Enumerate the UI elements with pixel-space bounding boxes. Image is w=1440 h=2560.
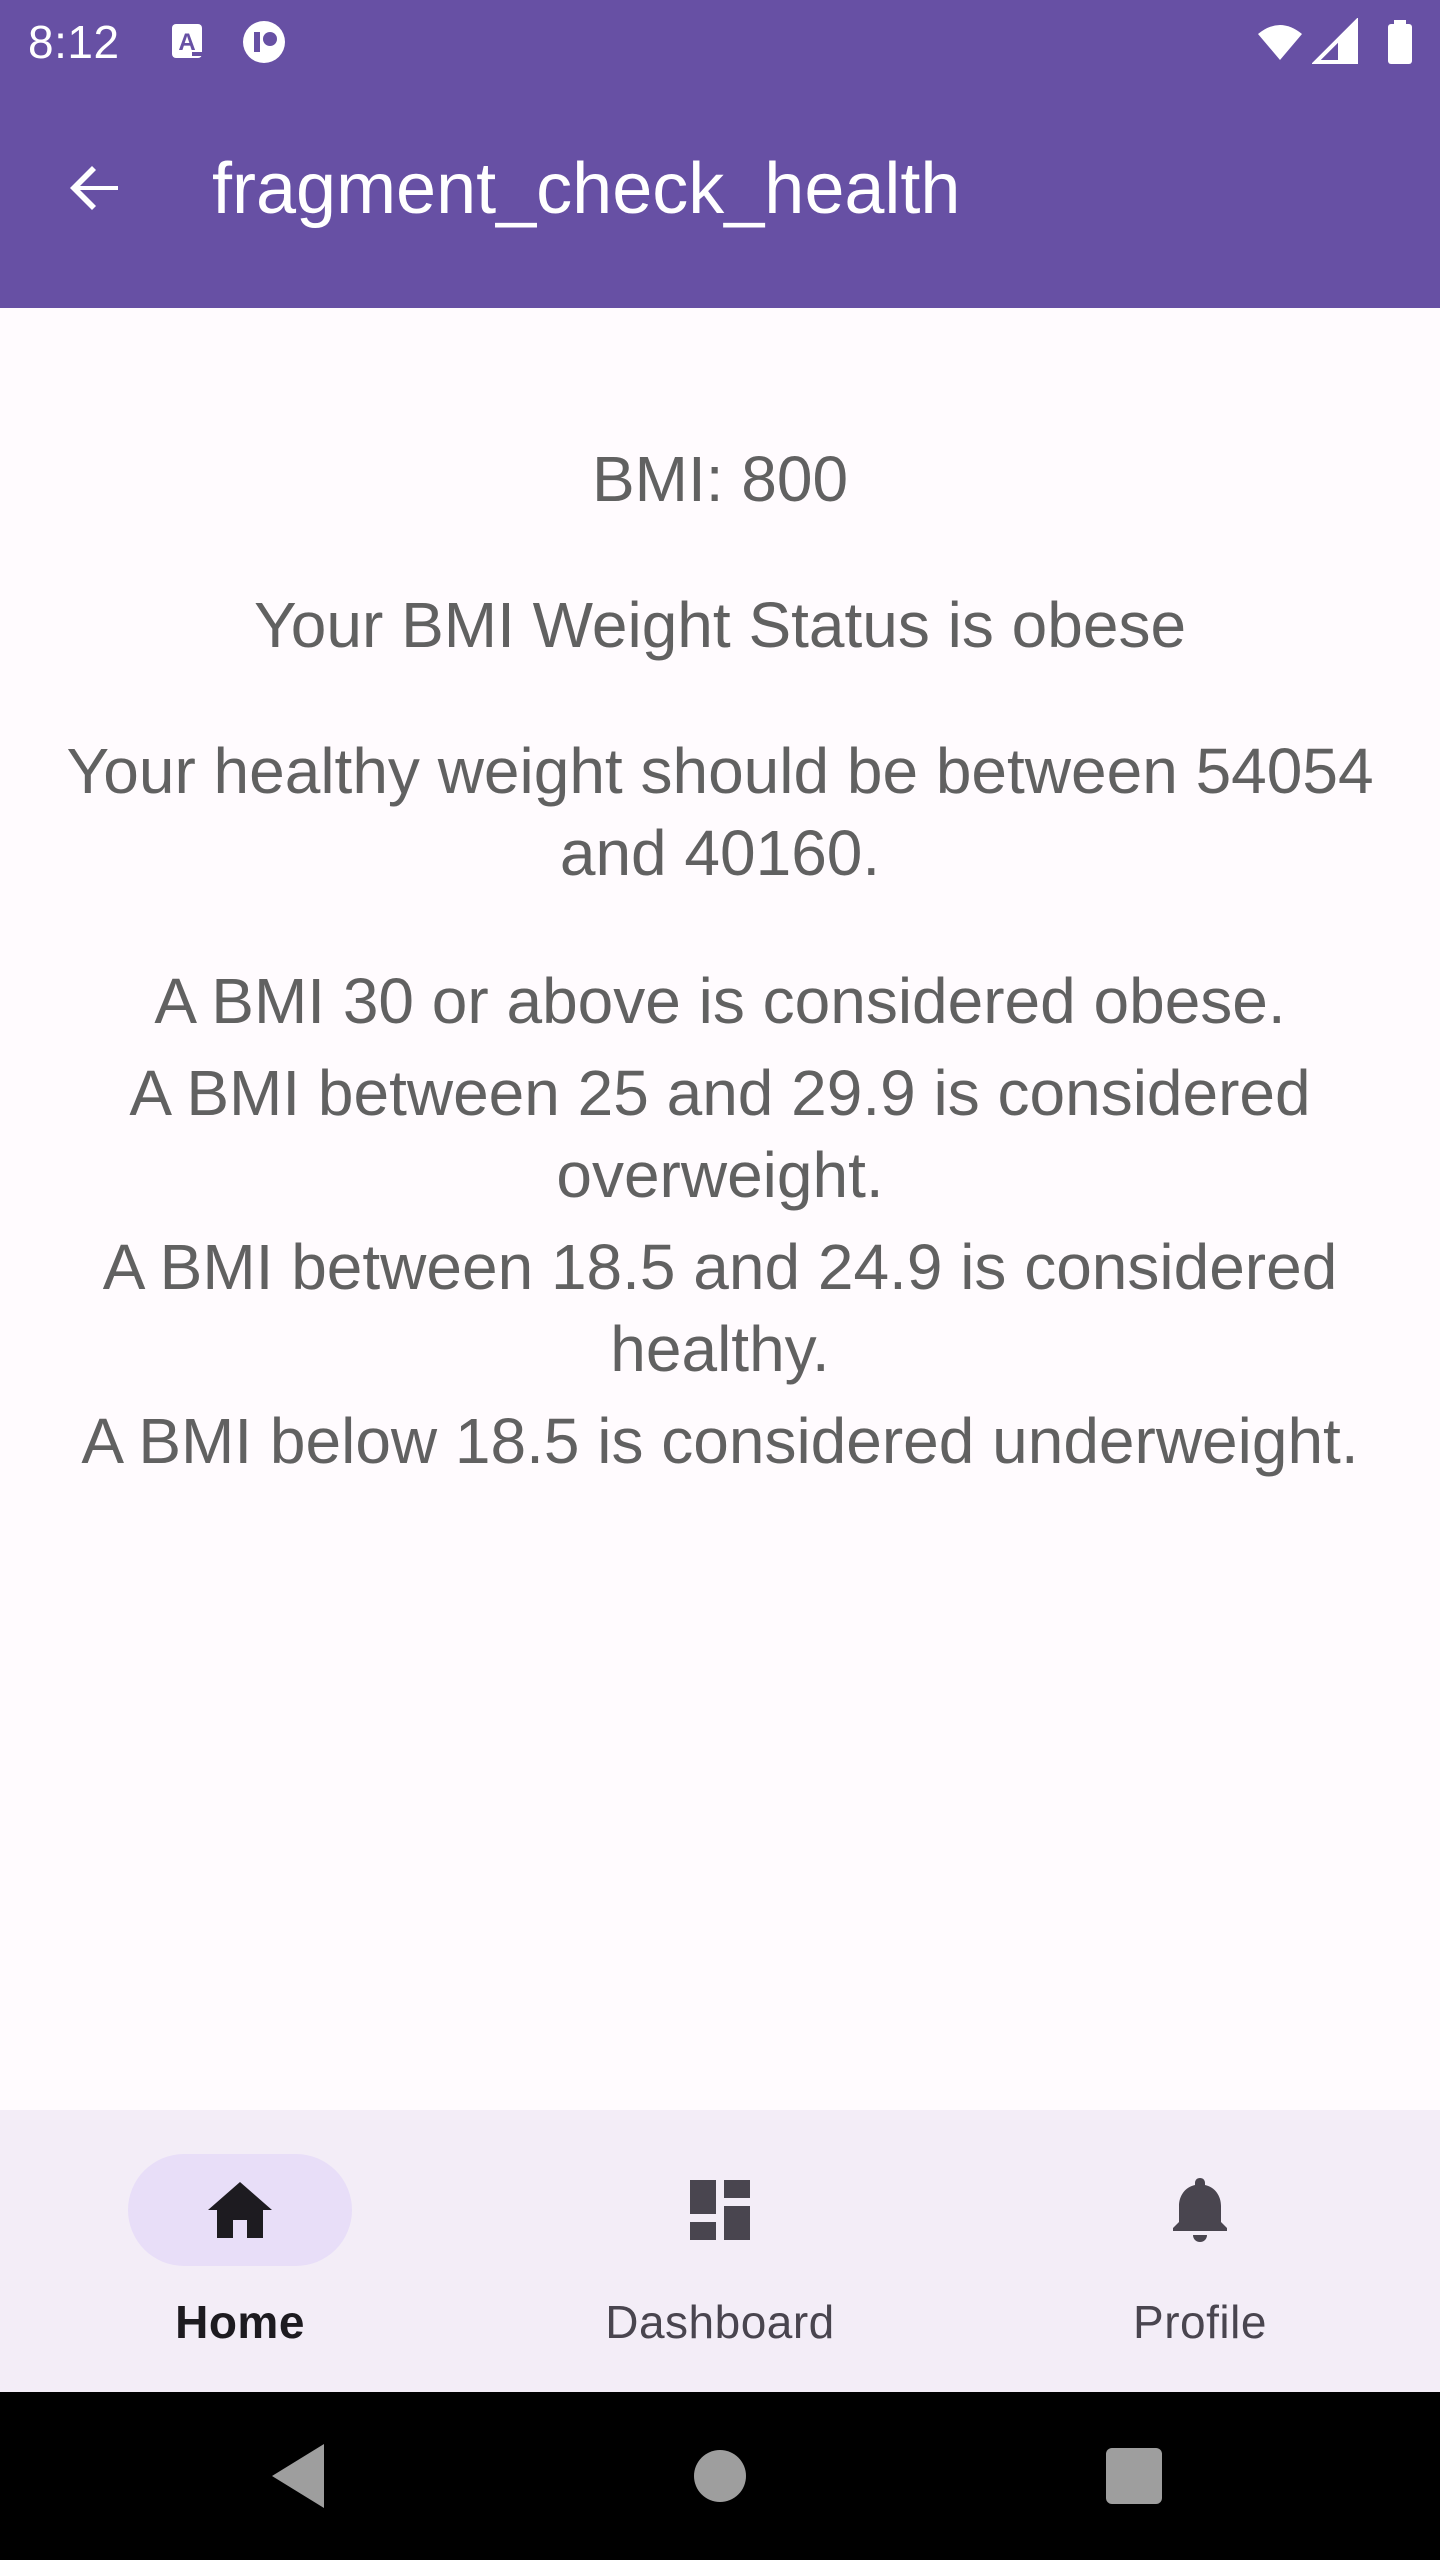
range-obese: A BMI 30 or above is considered obese.	[154, 965, 1286, 1037]
range-healthy-line2: healthy.	[610, 1313, 830, 1385]
nav-label-dashboard: Dashboard	[605, 2296, 835, 2348]
recents-square-icon	[1106, 2448, 1162, 2504]
wifi-icon	[1256, 18, 1304, 66]
back-triangle-icon	[272, 2444, 324, 2508]
bell-icon	[1164, 2174, 1236, 2246]
range-overweight-line1: A BMI between 25 and 29.9 is considered	[129, 1057, 1311, 1129]
svg-text:A: A	[178, 29, 195, 56]
bmi-value: BMI: 800	[591, 443, 849, 515]
signal-icon	[1312, 18, 1360, 66]
range-overweight-line2: overweight.	[556, 1139, 884, 1211]
nav-item-profile[interactable]: Profile	[960, 2110, 1440, 2392]
nav-item-home[interactable]: Home	[0, 2110, 480, 2392]
status-bar: 8:12 A	[0, 0, 1440, 84]
system-back-button[interactable]	[260, 2436, 340, 2516]
healthy-weight-line1: Your healthy weight should be between 54…	[66, 735, 1374, 807]
page-title: fragment_check_health	[212, 149, 961, 229]
nav-item-dashboard[interactable]: Dashboard	[480, 2110, 960, 2392]
status-time: 8:12	[28, 16, 120, 68]
dashboard-icon	[684, 2174, 756, 2246]
a11y-notification-icon: A	[164, 18, 212, 66]
home-circle-icon	[694, 2450, 746, 2502]
system-home-button[interactable]	[680, 2436, 760, 2516]
bottom-navigation: Home Dashboard Profile	[0, 2110, 1440, 2392]
nav-label-profile: Profile	[1133, 2296, 1267, 2348]
range-healthy-line1: A BMI between 18.5 and 24.9 is considere…	[102, 1231, 1338, 1303]
back-button[interactable]	[48, 140, 144, 236]
healthy-weight-line2: and 40160.	[559, 817, 881, 889]
system-navigation-bar	[0, 2392, 1440, 2560]
app-bar: fragment_check_health	[0, 84, 1440, 308]
nav-label-home: Home	[175, 2296, 305, 2348]
home-icon	[204, 2174, 276, 2246]
range-underweight: A BMI below 18.5 is considered underweig…	[81, 1405, 1359, 1477]
arrow-back-icon	[70, 166, 118, 210]
battery-icon	[1376, 18, 1424, 66]
app-notification-icon	[240, 18, 288, 66]
weight-status: Your BMI Weight Status is obese	[253, 589, 1187, 661]
system-recents-button[interactable]	[1094, 2436, 1174, 2516]
screen: 8:12 A fragment_check_health BMI: 800 Yo…	[0, 0, 1440, 2560]
